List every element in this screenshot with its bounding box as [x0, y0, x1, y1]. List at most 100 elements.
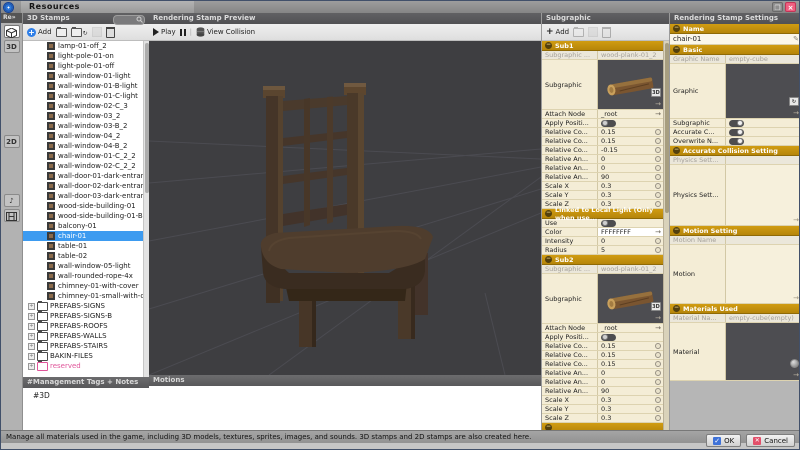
- property-value[interactable]: empty-cube(empty): [725, 314, 800, 322]
- play-button[interactable]: Play: [153, 28, 176, 36]
- property-value[interactable]: 90: [597, 173, 663, 181]
- property-row[interactable]: Scale Z0.3: [542, 414, 663, 423]
- collapse-section-icon[interactable]: −: [673, 25, 680, 32]
- tree-folder[interactable]: +reserved: [23, 361, 149, 371]
- replace-graphic-icon[interactable]: ↻: [789, 97, 799, 106]
- arrow-icon[interactable]: →: [793, 109, 799, 117]
- property-value[interactable]: wood-plank-01_2: [597, 265, 663, 273]
- float-window-button[interactable]: ❐: [772, 2, 783, 12]
- movies-film-icon[interactable]: [4, 209, 20, 222]
- property-value[interactable]: 0: [597, 378, 663, 386]
- info-icon[interactable]: [655, 238, 661, 244]
- property-value[interactable]: [725, 236, 800, 244]
- property-row[interactable]: Physics Sett...→: [670, 165, 800, 226]
- section-header[interactable]: −Sub2: [542, 255, 663, 265]
- collapse-section-icon[interactable]: −: [673, 46, 680, 53]
- ok-button[interactable]: ✓ OK: [706, 434, 741, 447]
- info-icon[interactable]: [655, 147, 661, 153]
- property-row[interactable]: Scale Y0.3: [542, 405, 663, 414]
- info-icon[interactable]: [655, 415, 661, 421]
- info-icon[interactable]: [655, 361, 661, 367]
- tree-item[interactable]: chair-01: [23, 231, 149, 241]
- tree-item[interactable]: wall-window-04_2: [23, 131, 149, 141]
- property-value[interactable]: 0.3: [597, 182, 663, 190]
- property-value[interactable]: 0.15: [597, 128, 663, 136]
- property-row[interactable]: Physics Sett...: [670, 156, 800, 165]
- sounds-note-icon[interactable]: ♪: [4, 194, 20, 207]
- property-row[interactable]: ColorFFFFFFFF→: [542, 228, 663, 237]
- property-value[interactable]: 0: [597, 369, 663, 377]
- property-row[interactable]: Relative An...0: [542, 155, 663, 164]
- section-header[interactable]: −Sub1: [542, 41, 663, 51]
- collapse-section-icon[interactable]: −: [545, 210, 552, 217]
- info-icon[interactable]: [655, 388, 661, 394]
- property-row[interactable]: Subgraphic: [670, 119, 800, 128]
- expand-icon[interactable]: +: [28, 303, 35, 310]
- tree-item[interactable]: wall-window-05-light: [23, 261, 149, 271]
- stamp-3d-badge-icon[interactable]: 3D: [651, 88, 661, 97]
- tree-item[interactable]: light-pole-01-on: [23, 51, 149, 61]
- info-icon[interactable]: [655, 165, 661, 171]
- property-row[interactable]: Attach Node_root→: [542, 324, 663, 333]
- toggle-switch[interactable]: [729, 129, 744, 136]
- trash-icon[interactable]: [106, 27, 115, 38]
- collapse-section-icon[interactable]: −: [673, 227, 680, 234]
- edit-pencil-icon[interactable]: ✎: [793, 35, 799, 43]
- property-row[interactable]: Relative An...90: [542, 173, 663, 182]
- property-value[interactable]: 0: [597, 155, 663, 163]
- tree-folder[interactable]: +PREFABS-SIGNS-B: [23, 311, 149, 321]
- tree-item[interactable]: wood-side-building-01: [23, 201, 149, 211]
- tree-item[interactable]: lamp-01-off_2: [23, 41, 149, 51]
- expand-icon[interactable]: +: [28, 353, 35, 360]
- new-folder-icon[interactable]: [56, 28, 67, 37]
- collapse-section-icon[interactable]: −: [545, 256, 552, 263]
- thumbnail-preview[interactable]: 3D →: [597, 60, 663, 109]
- info-icon[interactable]: [655, 379, 661, 385]
- setting-pane[interactable]: →: [725, 165, 800, 225]
- tree-item[interactable]: wall-rounded-rope-4x: [23, 271, 149, 281]
- info-icon[interactable]: [655, 247, 661, 253]
- tree-item[interactable]: wall-door-02-dark-entrance: [23, 181, 149, 191]
- tree-item[interactable]: balcony-01: [23, 221, 149, 231]
- tree-item[interactable]: wall-door-01-dark-entrance: [23, 171, 149, 181]
- property-row[interactable]: Relative Co...0.15: [542, 137, 663, 146]
- name-input[interactable]: chair-01✎: [670, 34, 800, 45]
- property-row[interactable]: Apply Positi...: [542, 333, 663, 342]
- tree-item[interactable]: light-pole-01-off: [23, 61, 149, 71]
- section-header[interactable]: −: [542, 423, 663, 430]
- tree-item[interactable]: wall-door-03-dark-entrance: [23, 191, 149, 201]
- property-value[interactable]: empty-cube: [725, 55, 800, 63]
- property-value[interactable]: -0.15: [597, 146, 663, 154]
- property-row[interactable]: Relative Co...0.15: [542, 342, 663, 351]
- tree-item[interactable]: wall-window-01-C_2_2: [23, 151, 149, 161]
- arrow-icon[interactable]: →: [655, 100, 661, 108]
- add-stamp-button[interactable]: + Add: [27, 28, 52, 37]
- section-header[interactable]: −Accurate Collision Setting: [670, 146, 800, 156]
- info-icon[interactable]: [655, 343, 661, 349]
- tree-folder[interactable]: +PREFABS-STAIRS: [23, 341, 149, 351]
- tree-folder[interactable]: +PREFABS-SIGNS: [23, 301, 149, 311]
- property-value[interactable]: _root→: [597, 110, 663, 118]
- property-value[interactable]: FFFFFFFF→: [597, 228, 663, 236]
- property-row[interactable]: Overwrite N...: [670, 137, 800, 146]
- property-value[interactable]: 0.15: [597, 360, 663, 368]
- motions-panel-body[interactable]: [149, 386, 541, 430]
- property-row[interactable]: Relative An...0: [542, 378, 663, 387]
- tree-item[interactable]: chimney-01-with-cover: [23, 281, 149, 291]
- property-row[interactable]: Graphic Nameempty-cube: [670, 55, 800, 64]
- tree-item[interactable]: chimney-01-small-with-cover: [23, 291, 149, 301]
- add-subgraphic-button[interactable]: + Add: [546, 27, 569, 37]
- info-icon[interactable]: [655, 192, 661, 198]
- property-row[interactable]: Subgraphic3D→: [542, 60, 663, 110]
- arrow-icon[interactable]: →: [655, 324, 661, 332]
- info-icon[interactable]: [655, 174, 661, 180]
- property-value[interactable]: 0: [597, 164, 663, 172]
- property-value[interactable]: _root→: [597, 324, 663, 332]
- search-input[interactable]: [113, 15, 145, 25]
- info-icon[interactable]: [655, 138, 661, 144]
- tree-item[interactable]: wall-window-02-C_2_2: [23, 161, 149, 171]
- info-icon[interactable]: [655, 370, 661, 376]
- resources-side-tab[interactable]: Re»: [1, 13, 22, 23]
- preview-3d-viewport[interactable]: [149, 41, 541, 375]
- expand-icon[interactable]: +: [28, 333, 35, 340]
